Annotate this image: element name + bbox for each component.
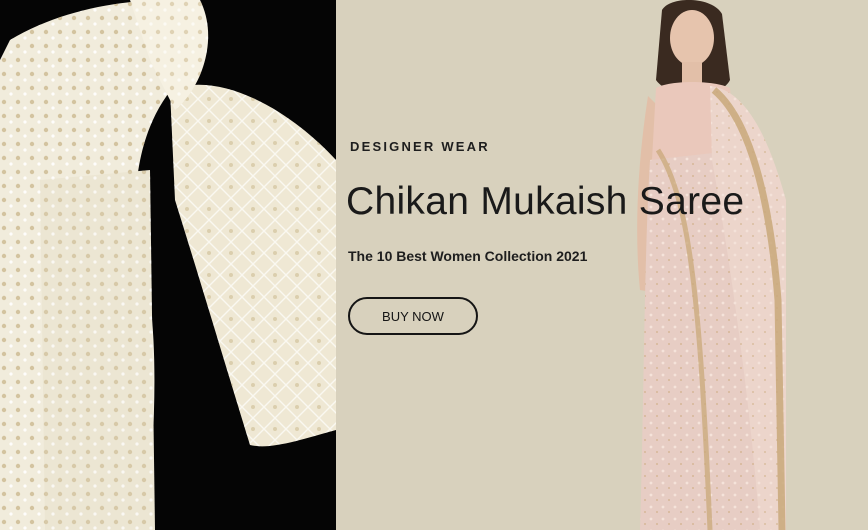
hero-subtitle: The 10 Best Women Collection 2021 (348, 248, 588, 264)
model-illustration (600, 0, 868, 530)
white-chikan-saree-image (0, 0, 336, 530)
eyebrow-text: DESIGNER WEAR (350, 139, 490, 154)
hero-banner: DESIGNER WEAR Chikan Mukaish Saree The 1… (0, 0, 868, 530)
buy-now-button[interactable]: BUY NOW (348, 297, 478, 335)
model-pink-saree-image (600, 0, 868, 530)
saree-illustration (0, 0, 336, 530)
hero-title: Chikan Mukaish Saree (346, 180, 745, 223)
